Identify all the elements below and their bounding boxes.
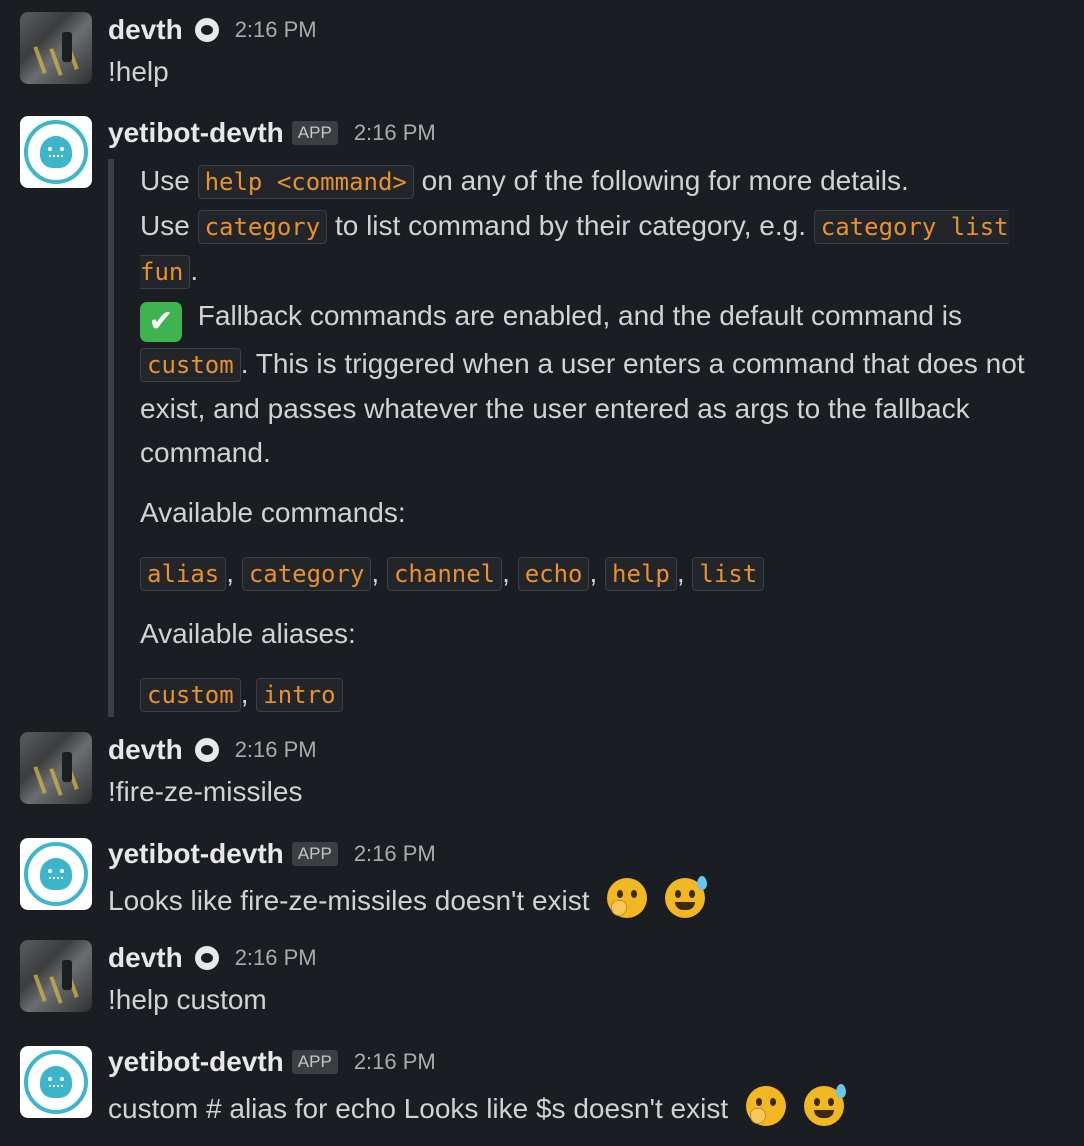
timestamp[interactable]: 2:16 PM bbox=[235, 17, 317, 43]
message-text: !fire-ze-missiles bbox=[108, 776, 303, 807]
aliases-label: Available aliases: bbox=[140, 618, 356, 649]
author-name[interactable]: devth bbox=[108, 734, 183, 766]
thinking-face-emoji bbox=[607, 878, 648, 918]
author-name[interactable]: yetibot-devth bbox=[108, 838, 284, 870]
message-text: !help custom bbox=[108, 984, 267, 1015]
alias-code: intro bbox=[256, 678, 343, 712]
commands-label: Available commands: bbox=[140, 497, 406, 528]
avatar[interactable] bbox=[20, 838, 92, 910]
message-text: Looks like fire-ze-missiles doesn't exis… bbox=[108, 885, 590, 916]
yeti-icon bbox=[40, 1066, 72, 1098]
inline-code: custom bbox=[140, 348, 241, 382]
aliases-list: custom, intro bbox=[140, 672, 1070, 717]
yeti-icon bbox=[40, 136, 72, 168]
sweat-smile-emoji bbox=[665, 876, 708, 918]
timestamp[interactable]: 2:16 PM bbox=[235, 945, 317, 971]
app-badge: APP bbox=[291, 1050, 338, 1074]
command-code: channel bbox=[386, 557, 503, 591]
command-code: help bbox=[605, 557, 677, 591]
inline-code: help <command> bbox=[197, 165, 414, 199]
avatar[interactable] bbox=[20, 12, 92, 84]
avatar[interactable] bbox=[20, 116, 92, 188]
message-text: custom # alias for echo Looks like $s do… bbox=[108, 1093, 729, 1124]
command-code: alias bbox=[140, 557, 227, 591]
app-badge: APP bbox=[291, 842, 338, 866]
white-check-mark-emoji: ✔ bbox=[140, 302, 182, 342]
yeti-icon bbox=[40, 858, 72, 890]
timestamp[interactable]: 2:16 PM bbox=[354, 120, 436, 146]
app-badge: APP bbox=[291, 121, 338, 145]
avatar[interactable] bbox=[20, 1046, 92, 1118]
help-attachment: Use help <command> on any of the followi… bbox=[108, 159, 1068, 717]
message-body: Looks like fire-ze-missiles doesn't exis… bbox=[108, 876, 708, 918]
sweat-smile-emoji bbox=[803, 1084, 846, 1126]
author-name[interactable]: devth bbox=[108, 14, 183, 46]
alias-code: custom bbox=[140, 678, 241, 712]
timestamp[interactable]: 2:16 PM bbox=[354, 841, 436, 867]
commands-list: alias, category, channel, echo, help, li… bbox=[140, 551, 1070, 596]
avatar[interactable] bbox=[20, 732, 92, 804]
command-code: category bbox=[241, 557, 372, 591]
author-name[interactable]: devth bbox=[108, 942, 183, 974]
message-body: custom # alias for echo Looks like $s do… bbox=[108, 1084, 846, 1126]
command-code: echo bbox=[517, 557, 590, 591]
author-name[interactable]: yetibot-devth bbox=[108, 1046, 284, 1078]
avatar[interactable] bbox=[20, 940, 92, 1012]
timestamp[interactable]: 2:16 PM bbox=[235, 737, 317, 763]
message-text: !help bbox=[108, 56, 169, 87]
timestamp[interactable]: 2:16 PM bbox=[354, 1049, 436, 1075]
help-intro: Use help <command> on any of the followi… bbox=[140, 165, 1025, 468]
thinking-face-emoji bbox=[745, 1086, 786, 1126]
smiley-status-icon bbox=[194, 738, 219, 762]
command-code: list bbox=[692, 557, 765, 591]
smiley-status-icon bbox=[194, 18, 219, 42]
inline-code: category bbox=[197, 210, 328, 244]
smiley-status-icon bbox=[194, 946, 219, 970]
author-name[interactable]: yetibot-devth bbox=[108, 117, 284, 149]
